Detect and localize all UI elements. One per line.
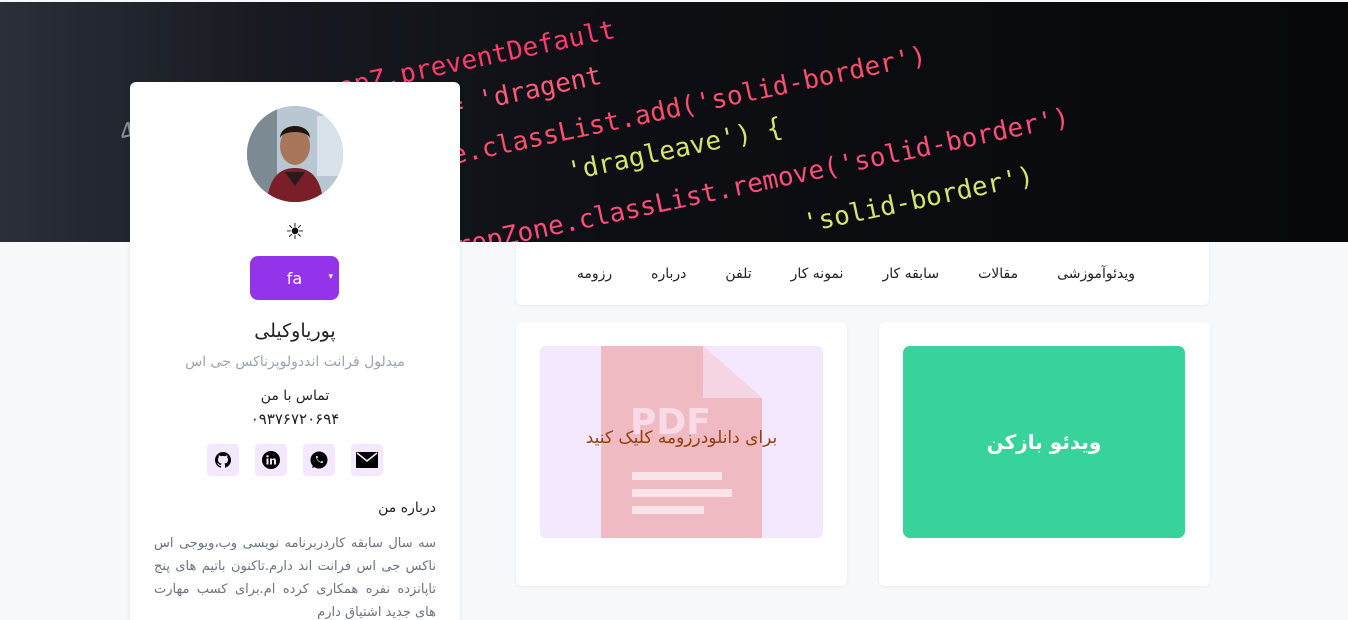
linkedin-button[interactable]: [255, 444, 287, 476]
video-card: ويدئو بازکن: [879, 322, 1210, 586]
github-icon: [215, 452, 231, 468]
whatsapp-button[interactable]: [303, 444, 335, 476]
linkedin-icon: [262, 451, 280, 469]
resume-card: PDF برای دانلودرزومه کليک کنيد: [516, 322, 847, 586]
nav-item-articles[interactable]: مقالات: [978, 266, 1018, 282]
download-resume-label: برای دانلودرزومه کليک کنيد: [585, 428, 778, 448]
about-text: سه سال سابقه کاردربرنامه نويسی وب،ويوجی …: [154, 536, 436, 620]
profile-role: ميدلول فرانت انددولوپرناکس جی اس: [185, 354, 405, 370]
envelope-icon: [356, 452, 378, 468]
phone-number: ۰۹۳۷۶۷۲۰۶۹۴: [250, 410, 340, 428]
download-resume-button[interactable]: PDF برای دانلودرزومه کليک کنيد: [540, 346, 823, 538]
nav-item-about[interactable]: درباره: [651, 266, 686, 282]
about-title: درباره من: [378, 500, 436, 516]
nav-item-video-tutorials[interactable]: ويدئوآموزشی: [1057, 266, 1135, 282]
chevron-down-icon: ▾: [328, 272, 333, 282]
open-video-button[interactable]: ويدئو بازکن: [903, 346, 1185, 538]
avatar: [247, 106, 343, 202]
theme-toggle[interactable]: ☀: [130, 220, 460, 245]
language-select[interactable]: fa ▾: [250, 256, 339, 300]
profile-card: ☀ fa ▾ پورياوکيلی ميدلول فرانت انددولوپر…: [130, 82, 460, 620]
nav-item-portfolio[interactable]: نمونه کار: [791, 266, 844, 282]
social-links: [207, 444, 383, 476]
email-button[interactable]: [351, 444, 383, 476]
language-select-value: fa: [286, 268, 303, 288]
whatsapp-icon: [310, 451, 328, 469]
profile-photo: [247, 106, 343, 202]
open-video-label: ويدئو بازکن: [986, 430, 1102, 454]
nav-item-resume[interactable]: رزومه: [577, 266, 612, 282]
profile-name: پورياوکيلی: [254, 320, 336, 342]
sun-icon[interactable]: ☀: [285, 220, 305, 245]
nav-item-phone[interactable]: تلفن: [725, 266, 751, 282]
contact-title: تماس با من: [260, 388, 330, 404]
github-button[interactable]: [207, 444, 239, 476]
top-navigation: ويدئوآموزشی مقالات سابقه کار نمونه کار ت…: [516, 242, 1209, 305]
nav-item-work-history[interactable]: سابقه کار: [882, 266, 939, 282]
